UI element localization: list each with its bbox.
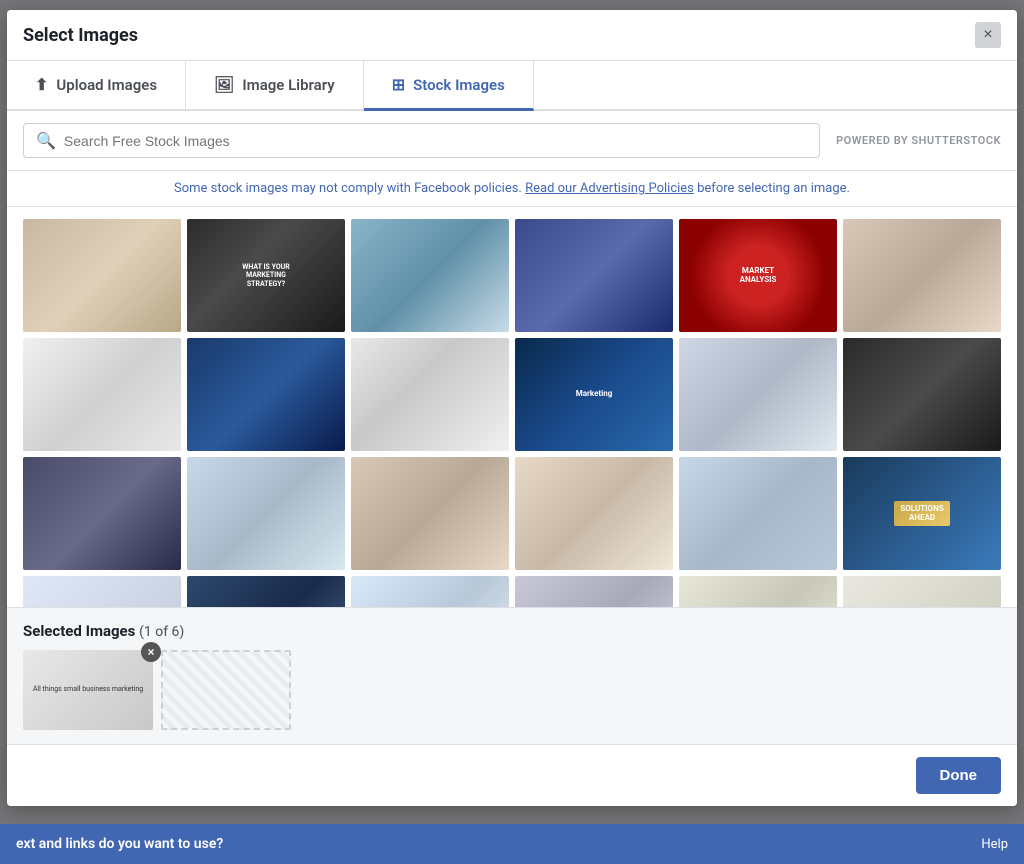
selected-images-row: × All things small business marketing: [23, 650, 1001, 730]
powered-by-label: POWERED BY SHUTTERSTOCK: [836, 134, 1001, 147]
tab-stock-label: Stock Images: [413, 76, 505, 94]
image-cell-15[interactable]: [351, 457, 509, 570]
image-overlay-10: Marketing: [515, 338, 673, 451]
image-cell-25[interactable]: [843, 576, 1001, 607]
image-grid-wrap[interactable]: WHAT IS YOURMARKETINGSTRATEGY? MARKETANA…: [7, 207, 1017, 607]
image-cell-12[interactable]: [843, 338, 1001, 451]
image-cell-18[interactable]: SOLUTIONSAHEAD: [843, 457, 1001, 570]
selected-title-text: Selected Images: [23, 622, 135, 640]
tab-library[interactable]: 🖼 Image Library: [186, 61, 364, 111]
image-cell-6[interactable]: [843, 219, 1001, 332]
image-cell-10[interactable]: Marketing: [515, 338, 673, 451]
image-cell-21[interactable]: [187, 576, 345, 607]
remove-selected-button-1[interactable]: ×: [141, 642, 161, 662]
notice-bar: Some stock images may not comply with Fa…: [7, 171, 1017, 207]
selected-count: (1 of 6): [139, 624, 184, 640]
image-cell-23[interactable]: [515, 576, 673, 607]
image-cell-24[interactable]: [679, 576, 837, 607]
image-overlay-text-10: Marketing: [576, 389, 613, 399]
search-input-wrap[interactable]: 🔍: [23, 123, 820, 158]
search-bar: 🔍 POWERED BY SHUTTERSTOCK: [7, 111, 1017, 171]
image-cell-11[interactable]: [679, 338, 837, 451]
selected-title: Selected Images (1 of 6): [23, 622, 1001, 640]
help-link[interactable]: Help: [981, 837, 1008, 852]
selected-img-label-1: All things small business marketing: [29, 681, 147, 698]
search-icon: 🔍: [36, 131, 56, 150]
image-cell-1[interactable]: [23, 219, 181, 332]
search-input[interactable]: [64, 133, 807, 149]
library-icon: 🖼: [214, 75, 234, 94]
stock-icon: ⊞: [392, 75, 405, 94]
image-cell-22[interactable]: [351, 576, 509, 607]
tab-upload[interactable]: ⬆ Upload Images: [7, 61, 186, 111]
image-overlay-5: MARKETANALYSIS: [679, 219, 837, 332]
upload-icon: ⬆: [35, 75, 48, 94]
image-cell-14[interactable]: [187, 457, 345, 570]
image-cell-5[interactable]: MARKETANALYSIS: [679, 219, 837, 332]
bottom-bar: ext and links do you want to use? Help: [0, 824, 1024, 864]
image-overlay-text-18: SOLUTIONSAHEAD: [894, 501, 949, 526]
done-button[interactable]: Done: [916, 757, 1002, 794]
image-cell-8[interactable]: [187, 338, 345, 451]
image-cell-3[interactable]: [351, 219, 509, 332]
image-grid: WHAT IS YOURMARKETINGSTRATEGY? MARKETANA…: [23, 219, 1001, 607]
image-cell-13[interactable]: [23, 457, 181, 570]
image-cell-9[interactable]: [351, 338, 509, 451]
tab-upload-label: Upload Images: [56, 76, 157, 94]
image-overlay-2: WHAT IS YOURMARKETINGSTRATEGY?: [187, 219, 345, 332]
advertising-policies-link[interactable]: Read our Advertising Policies: [525, 181, 694, 196]
add-more-slot[interactable]: [161, 650, 291, 730]
modal-footer: Done: [7, 744, 1017, 806]
close-button[interactable]: ×: [975, 22, 1001, 48]
image-cell-consulting[interactable]: people teamproject work clientsConsultin…: [23, 576, 181, 607]
selected-thumb-img-1[interactable]: All things small business marketing: [23, 650, 153, 730]
selected-thumb-1: × All things small business marketing: [23, 650, 153, 730]
tab-stock[interactable]: ⊞ Stock Images: [364, 61, 534, 111]
image-overlay-18: SOLUTIONSAHEAD: [843, 457, 1001, 570]
modal-header: Select Images ×: [7, 10, 1017, 61]
image-cell-16[interactable]: [515, 457, 673, 570]
notice-text: Some stock images may not comply with Fa…: [174, 181, 850, 196]
select-images-modal: Select Images × ⬆ Upload Images 🖼 Image …: [7, 10, 1017, 806]
image-cell-4[interactable]: [515, 219, 673, 332]
tab-bar: ⬆ Upload Images 🖼 Image Library ⊞ Stock …: [7, 61, 1017, 111]
image-cell-17[interactable]: [679, 457, 837, 570]
image-overlay-text-2: WHAT IS YOURMARKETINGSTRATEGY?: [242, 263, 290, 288]
image-cell-2[interactable]: WHAT IS YOURMARKETINGSTRATEGY?: [187, 219, 345, 332]
image-cell-7[interactable]: [23, 338, 181, 451]
image-overlay-consulting: people teamproject work clientsConsultin…: [23, 576, 181, 607]
selected-section: Selected Images (1 of 6) × All things sm…: [7, 607, 1017, 744]
bottom-bar-text: ext and links do you want to use?: [16, 836, 223, 852]
image-overlay-text-5: MARKETANALYSIS: [740, 266, 777, 285]
modal-title: Select Images: [23, 25, 138, 46]
tab-library-label: Image Library: [242, 76, 334, 94]
